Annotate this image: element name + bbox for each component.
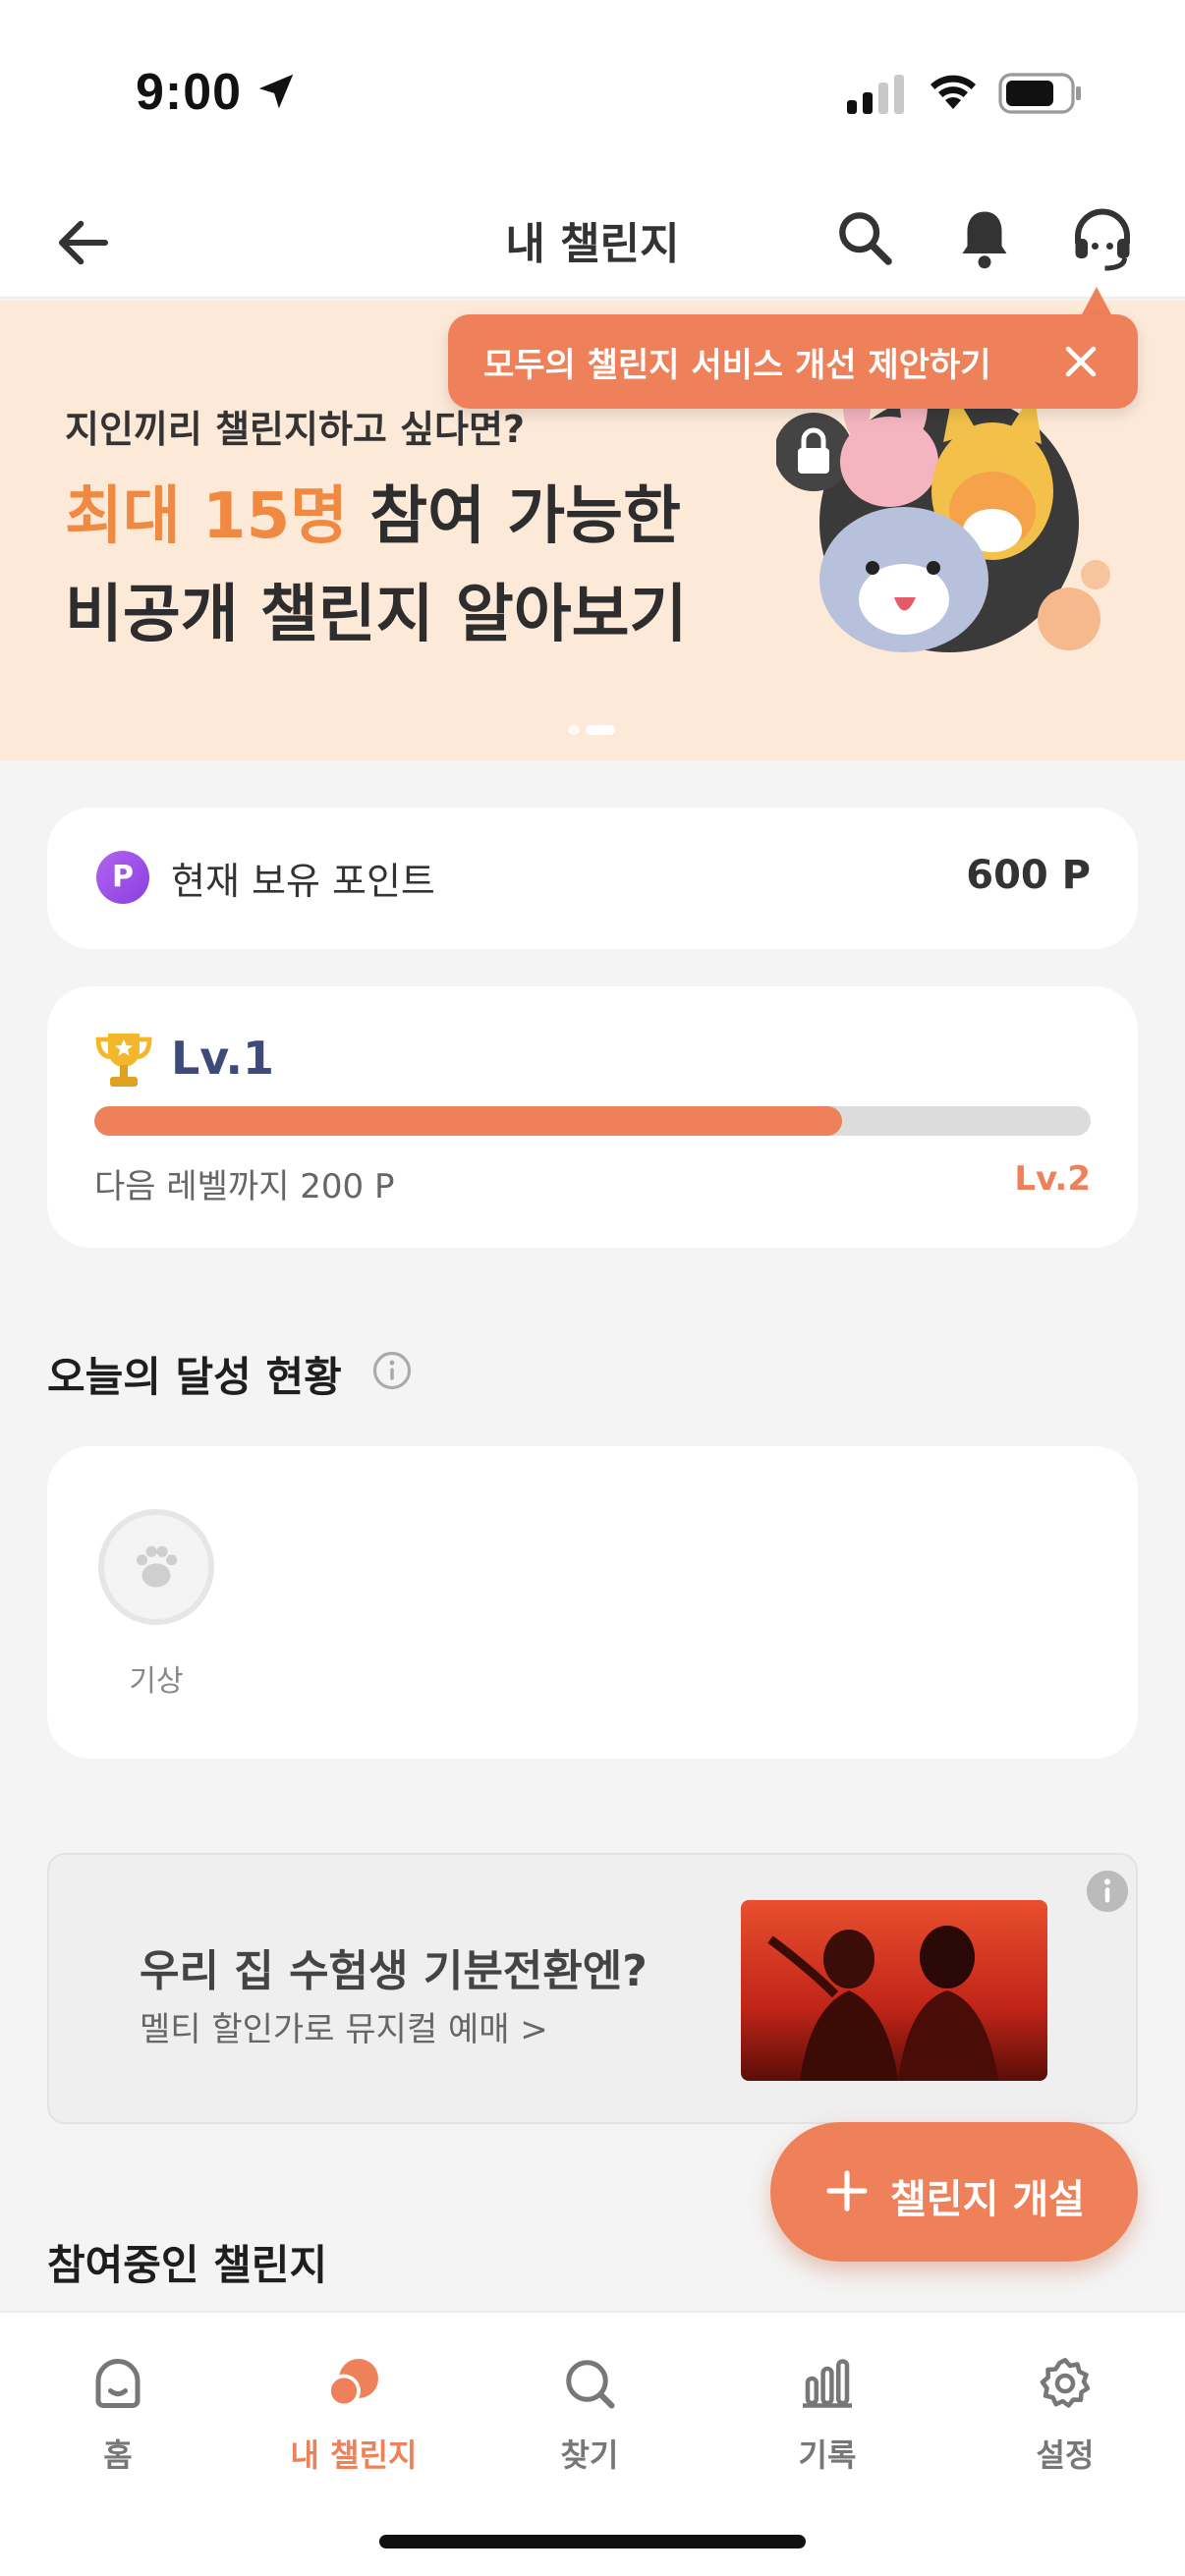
ad-title: 우리 집 수험생 기분전환엔?: [140, 1946, 648, 1996]
today-achievement-card: 기상: [47, 1446, 1138, 1759]
banner-headline-line2: 비공개 챌린지 알아보기: [65, 579, 688, 651]
status-time: 9:00: [136, 64, 243, 121]
create-challenge-button[interactable]: 챌린지 개설: [770, 2122, 1138, 2262]
level-progress-fill: [94, 1106, 842, 1136]
gear-icon: [1040, 2358, 1091, 2408]
banner-subtitle: 지인끼리 챌린지하고 싶다면?: [65, 408, 526, 451]
points-label: 현재 보유 포인트: [171, 860, 435, 903]
banner-highlight: 최대 15명: [65, 480, 348, 553]
search-icon[interactable]: [833, 206, 896, 269]
level-progress-bar: [94, 1106, 1091, 1136]
banner-page-indicator: [568, 725, 619, 737]
customer-support-headset-icon[interactable]: [1069, 204, 1136, 273]
joined-challenges-title: 참여중인 챌린지: [47, 2241, 328, 2289]
next-level-requirement: 다음 레벨까지 200 P: [94, 1167, 395, 1206]
points-value: 600 P: [966, 853, 1091, 898]
tab-label: 기록: [798, 2436, 857, 2474]
create-challenge-label: 챌린지 개설: [890, 2177, 1085, 2222]
search-icon: [566, 2360, 615, 2409]
paw-icon: [136, 1545, 178, 1588]
tab-settings[interactable]: 설정: [967, 2342, 1163, 2480]
achievement-label: 기상: [129, 1664, 184, 1699]
home-indicator[interactable]: [379, 2535, 806, 2548]
tooltip-text: 모두의 챌린지 서비스 개선 제안하기: [483, 346, 991, 385]
today-achievement-title: 오늘의 달성 현황: [47, 1353, 342, 1401]
points-card[interactable]: P 현재 보유 포인트 600 P: [47, 808, 1138, 949]
page-dot: [568, 725, 580, 735]
location-arrow-icon: [258, 74, 294, 109]
tab-label: 설정: [1036, 2436, 1095, 2474]
ad-banner[interactable]: 우리 집 수험생 기분전환엔? 멜티 할인가로 뮤지컬 예매 >: [47, 1853, 1138, 2124]
ad-musical-poster-image: [741, 1900, 1047, 2081]
battery-icon: [998, 73, 1081, 114]
chart-icon: [803, 2359, 852, 2408]
trophy-icon: [95, 1034, 152, 1087]
bell-icon[interactable]: [955, 204, 1014, 273]
banner-headline-rest: 참여 가능한: [347, 480, 681, 553]
level-card[interactable]: Lv.1 다음 레벨까지 200 P Lv.2: [47, 986, 1138, 1248]
cellular-signal-icon: [847, 75, 904, 114]
points-coin-icon: P: [96, 851, 149, 904]
my-challenge-icon: [327, 2359, 378, 2408]
tab-label: 내 챌린지: [290, 2436, 418, 2474]
tooltip-arrow: [1081, 287, 1112, 316]
tab-label: 홈: [103, 2436, 133, 2474]
next-level: Lv.2: [1014, 1159, 1091, 1199]
banner-characters-illustration: [776, 383, 1110, 652]
status-bar: 9:00: [0, 0, 1185, 187]
info-icon[interactable]: [371, 1350, 413, 1391]
feedback-tooltip[interactable]: 모두의 챌린지 서비스 개선 제안하기: [448, 314, 1138, 409]
tab-search[interactable]: 찾기: [491, 2342, 688, 2480]
current-level: Lv.1: [171, 1032, 275, 1085]
tab-home[interactable]: 홈: [20, 2342, 216, 2480]
ad-info-icon[interactable]: [1085, 1869, 1130, 1914]
page-dot-active: [586, 725, 615, 735]
close-icon[interactable]: [1059, 340, 1102, 383]
wakeup-achievement-badge[interactable]: [98, 1509, 214, 1625]
wifi-icon: [931, 75, 976, 109]
tab-records[interactable]: 기록: [729, 2342, 926, 2480]
tab-my-challenge[interactable]: 내 챌린지: [255, 2342, 452, 2480]
ad-subtitle: 멜티 할인가로 뮤지컬 예매 >: [140, 2010, 548, 2049]
banner-headline-line1: 최대 15명 참여 가능한: [65, 466, 681, 556]
top-app-bar: 내 챌린지: [0, 187, 1185, 299]
plus-icon: [826, 2170, 868, 2212]
tab-label: 찾기: [560, 2436, 619, 2474]
home-icon: [95, 2359, 141, 2408]
